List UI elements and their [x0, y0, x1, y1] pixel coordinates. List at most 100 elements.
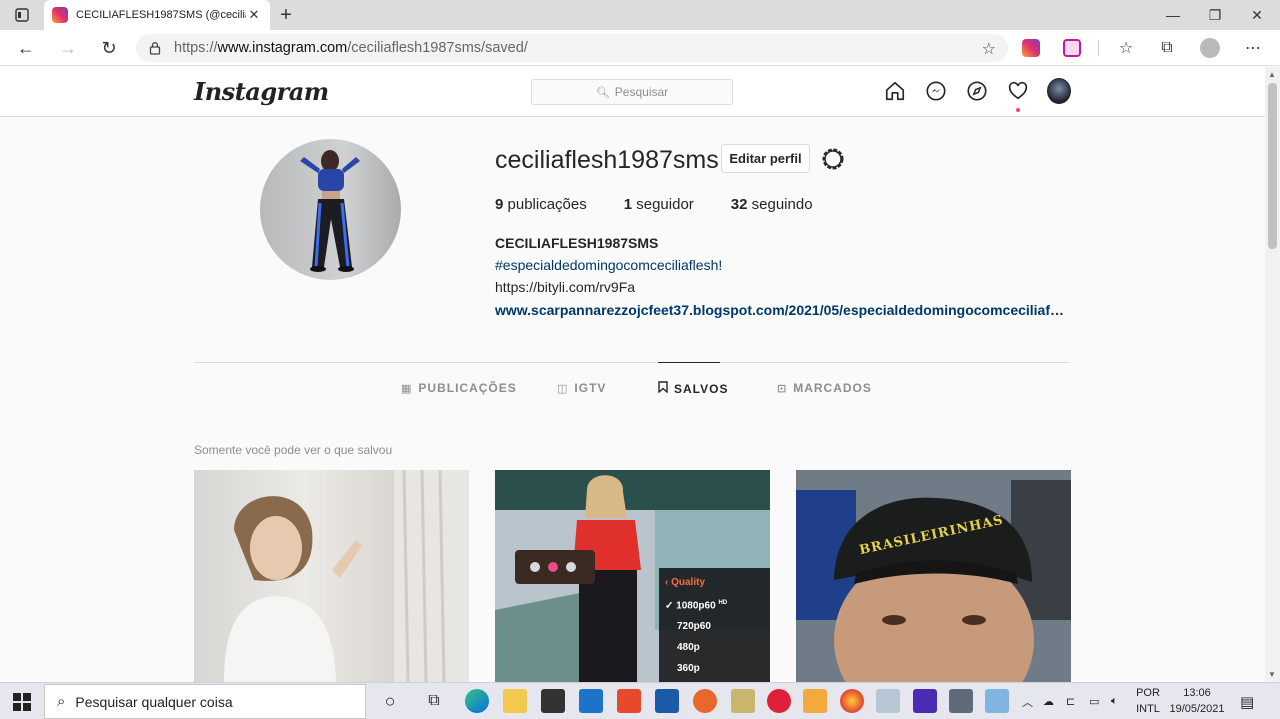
- tab-title: CECILIAFLESH1987SMS (@cecilia: [76, 9, 246, 21]
- taskbar-search-input[interactable]: ⌕ Pesquisar qualquer coisa: [44, 684, 366, 719]
- bio-hashtag[interactable]: #especialdedomingocomceciliaflesh!: [495, 257, 722, 273]
- stat-followers[interactable]: 1 seguidor: [624, 196, 694, 213]
- window-close-icon[interactable]: ✕: [1234, 0, 1280, 30]
- saved-privacy-note: Somente você pode ver o que salvou: [194, 443, 393, 457]
- camera-icon[interactable]: [949, 689, 973, 713]
- taskbar-search-placeholder: Pesquisar qualquer coisa: [75, 693, 233, 710]
- home-icon[interactable]: [883, 79, 907, 103]
- profile-icon[interactable]: [1199, 38, 1221, 58]
- search-icon: ⌕: [57, 693, 66, 710]
- tab-close-icon[interactable]: ✕: [246, 7, 262, 23]
- page-scrollbar[interactable]: ▲ ▼: [1265, 67, 1280, 682]
- ccleaner-icon[interactable]: [693, 689, 717, 713]
- firefox-icon[interactable]: [840, 689, 864, 713]
- stat-posts[interactable]: 9 publicações: [495, 196, 587, 213]
- saved-post[interactable]: BRASILEIRINHAS: [796, 470, 1071, 682]
- new-tab-icon[interactable]: +: [276, 4, 296, 26]
- bookmark-icon: [658, 381, 668, 396]
- instagram-logo[interactable]: Instagram: [194, 77, 329, 106]
- bio-url-text: https://bityli.com/rv9Fa: [495, 279, 636, 295]
- task-view-icon[interactable]: ⧉: [422, 689, 446, 713]
- search-placeholder: Pesquisar: [614, 85, 669, 99]
- lock-icon: [149, 42, 161, 55]
- device-icon[interactable]: ⊏: [1066, 683, 1075, 719]
- system-clock[interactable]: 13:06 19/05/2021: [1164, 685, 1230, 717]
- favorites-icon[interactable]: ☆: [1115, 38, 1137, 58]
- tab-publicacoes[interactable]: ▦ PUBLICAÇÕES: [401, 362, 517, 414]
- instagram-header: Instagram 🔍︎ Pesquisar: [0, 67, 1265, 117]
- quality-option[interactable]: ✓ 1080p60 HD: [665, 593, 770, 616]
- mail-icon[interactable]: [579, 689, 603, 713]
- edit-profile-button[interactable]: Editar perfil: [721, 144, 810, 173]
- address-bar[interactable]: https://www.instagram.com/ceciliaflesh19…: [136, 34, 1008, 62]
- paint-icon[interactable]: [876, 689, 900, 713]
- browser-tab-strip: CECILIAFLESH1987SMS (@cecilia ✕ + — ❐ ✕: [0, 0, 1280, 30]
- windows-taskbar: ⌕ Pesquisar qualquer coisa ○ ⧉ ︿ ☁ ⊏ ▭ 🔈…: [0, 682, 1280, 719]
- collections-icon[interactable]: ⧉: [1156, 38, 1178, 58]
- stat-following[interactable]: 32 seguindo: [731, 196, 813, 213]
- app-icon[interactable]: [731, 689, 755, 713]
- profile-website-link[interactable]: www.scarpannarezzojcfeet37.blogspot.com/…: [495, 302, 1065, 318]
- edge-browser-icon[interactable]: [465, 689, 489, 713]
- favorite-star-icon[interactable]: ☆: [982, 39, 996, 59]
- saved-post[interactable]: ‹ Quality ✓ 1080p60 HD 720p60 480p 360p: [495, 470, 770, 682]
- file-explorer-icon[interactable]: [503, 689, 527, 713]
- explore-icon[interactable]: [965, 79, 989, 103]
- restore-icon[interactable]: ❐: [1192, 0, 1238, 30]
- tab-actions-icon[interactable]: [8, 6, 36, 24]
- igtv-icon: ◫: [557, 382, 569, 395]
- notification-dot: [1016, 108, 1020, 112]
- video-app-icon[interactable]: [913, 689, 937, 713]
- check-icon: ✓: [665, 600, 677, 612]
- forward-icon[interactable]: →: [55, 36, 81, 60]
- refresh-icon[interactable]: ↻: [96, 36, 122, 60]
- heart-icon[interactable]: [1006, 79, 1030, 103]
- search-input[interactable]: 🔍︎ Pesquisar: [531, 79, 733, 105]
- tab-igtv[interactable]: ◫ IGTV: [557, 362, 606, 414]
- saved-post[interactable]: [194, 470, 469, 682]
- notes-app-icon[interactable]: [985, 689, 1009, 713]
- tray-chevron-icon[interactable]: ︿: [1022, 683, 1033, 719]
- quality-menu-title: ‹ Quality: [665, 577, 706, 588]
- extension-icon[interactable]: [1063, 39, 1081, 57]
- tab-marcados[interactable]: ⊡ MARCADOS: [777, 362, 872, 414]
- media-player-icon[interactable]: [803, 689, 827, 713]
- app-red-icon[interactable]: [767, 689, 791, 713]
- notifications-icon[interactable]: ▤: [1240, 683, 1254, 719]
- quality-option[interactable]: 720p60: [665, 616, 770, 637]
- office-icon[interactable]: [617, 689, 641, 713]
- video-quality-menu[interactable]: ‹ Quality ✓ 1080p60 HD 720p60 480p 360p: [665, 572, 770, 679]
- scroll-up-icon[interactable]: ▲: [1268, 70, 1276, 79]
- profile-picture[interactable]: [260, 139, 401, 280]
- profile-full-name: CECILIAFLESH1987SMS: [495, 235, 659, 251]
- back-icon[interactable]: ←: [13, 36, 39, 60]
- minimize-icon[interactable]: —: [1150, 0, 1196, 30]
- profile-tabs: ▦ PUBLICAÇÕES ◫ IGTV SALVOS ⊡ MARCADOS: [194, 362, 1070, 414]
- photos-icon[interactable]: [655, 689, 679, 713]
- network-icon[interactable]: ▭: [1089, 683, 1099, 719]
- tagged-icon: ⊡: [777, 382, 788, 395]
- quality-option[interactable]: 360p: [665, 658, 770, 679]
- messenger-icon[interactable]: [924, 79, 948, 103]
- grid-icon: ▦: [401, 382, 413, 395]
- browser-tab[interactable]: CECILIAFLESH1987SMS (@cecilia ✕: [44, 0, 270, 30]
- profile-stats: 9 publicações 1 seguidor 32 seguindo: [495, 196, 850, 213]
- cortana-icon[interactable]: ○: [378, 689, 402, 713]
- tab-salvos[interactable]: SALVOS: [658, 362, 727, 414]
- profile-avatar-icon[interactable]: [1047, 78, 1071, 104]
- onedrive-icon[interactable]: ☁: [1043, 683, 1054, 719]
- volume-icon[interactable]: 🔈︎: [1111, 683, 1118, 719]
- windows-start-icon[interactable]: [8, 691, 36, 713]
- scroll-down-icon[interactable]: ▼: [1268, 670, 1276, 679]
- search-icon: 🔍︎: [595, 86, 610, 99]
- settings-gear-icon[interactable]: [820, 146, 846, 172]
- browser-toolbar: ← → ↻ https://www.instagram.com/ceciliaf…: [0, 30, 1280, 66]
- language-indicator[interactable]: POR INTL: [1132, 685, 1164, 717]
- instagram-extension-icon[interactable]: [1022, 39, 1040, 57]
- profile-username: ceciliaflesh1987sms: [495, 146, 719, 174]
- store-icon[interactable]: [541, 689, 565, 713]
- more-menu-icon[interactable]: ⋯: [1242, 38, 1264, 58]
- quality-option[interactable]: 480p: [665, 637, 770, 658]
- scrollbar-thumb[interactable]: [1268, 83, 1277, 249]
- url-text: https://www.instagram.com/ceciliaflesh19…: [174, 40, 528, 56]
